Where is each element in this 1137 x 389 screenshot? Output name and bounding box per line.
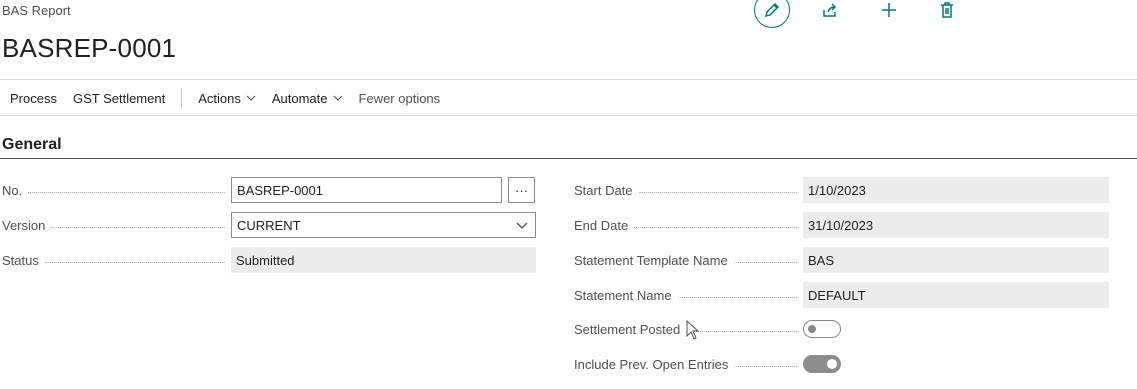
include-prev-open-entries-label-text: Include Prev. Open Entries [574,356,735,372]
status-field: Submitted [231,247,536,273]
action-fewer-options[interactable]: Fewer options [351,91,449,106]
settlement-posted-toggle[interactable] [803,320,841,338]
page-caption: BAS Report [2,3,71,18]
no-field[interactable]: BASREP-0001 [231,177,502,203]
start-date-field: 1/10/2023 [803,177,1109,203]
share-icon [823,3,837,17]
action-label: GST Settlement [72,90,166,106]
chevron-down-icon [516,222,528,229]
delete-icon [941,2,953,18]
action-bar: Process GST Settlement Actions Automate … [0,80,448,116]
statement-template-name-value: BAS [808,252,835,268]
include-prev-open-entries-toggle[interactable] [803,355,841,373]
statement-template-name-field: BAS [803,247,1109,273]
version-label-text: Version [2,217,52,233]
leader-dots [677,296,797,298]
edit-button[interactable] [754,0,790,28]
leader-dots [734,365,797,367]
leader-dots [686,330,797,332]
mouse-cursor-icon [686,320,700,340]
statement-template-name-label-text: Statement Template Name [574,252,734,268]
delete-button[interactable] [929,0,965,28]
section-title-general[interactable]: General [2,136,62,154]
status-label: Status [2,247,225,273]
share-button[interactable] [812,0,848,28]
status-label-text: Status [2,252,45,268]
action-label: Actions [198,90,241,106]
leader-dots [733,261,797,263]
version-label: Version [2,212,225,238]
leader-dots [51,226,225,228]
no-assist-button[interactable]: ··· [508,177,535,203]
no-value: BASREP-0001 [237,182,323,198]
chevron-down-icon [333,95,342,101]
statement-name-label-text: Statement Name [574,287,678,303]
chevron-down-icon [246,95,256,101]
leader-dots [634,226,797,228]
new-icon [882,3,896,17]
action-label: Automate [271,90,328,106]
start-date-label: Start Date [574,177,797,203]
version-select[interactable]: CURRENT [231,212,536,238]
settlement-posted-label-text: Settlement Posted [574,321,687,337]
action-label: Process [10,90,57,106]
statement-template-name-label: Statement Template Name [574,247,797,273]
action-automate-menu[interactable]: Automate [264,91,351,106]
start-date-value: 1/10/2023 [808,182,866,198]
statement-name-field: DEFAULT [803,282,1109,308]
toggle-knob [827,359,837,369]
page-title: BASREP-0001 [2,33,177,63]
end-date-label: End Date [574,212,797,238]
more-icon: ··· [515,182,528,198]
action-actions-menu[interactable]: Actions [190,91,264,106]
include-prev-open-entries-label: Include Prev. Open Entries [574,351,797,377]
new-button[interactable] [871,0,907,28]
version-value: CURRENT [237,217,301,233]
leader-dots [44,261,225,263]
end-date-label-text: End Date [574,217,635,233]
action-separator [181,88,183,108]
edit-icon [764,2,780,18]
toggle-knob [808,325,816,333]
status-value: Submitted [236,252,295,268]
end-date-field: 31/10/2023 [803,212,1109,238]
leader-dots [28,191,225,193]
end-date-value: 31/10/2023 [808,217,874,233]
start-date-label-text: Start Date [574,182,639,198]
statement-name-label: Statement Name [574,282,797,308]
no-label-text: No. [2,182,29,198]
no-label: No. [2,177,225,203]
action-gst-settlement[interactable]: GST Settlement [65,91,173,106]
statement-name-value: DEFAULT [808,287,866,303]
action-process[interactable]: Process [0,91,65,106]
section-divider [0,158,1137,159]
leader-dots [638,191,797,193]
actionbar-divider [0,115,1137,116]
action-label: Fewer options [358,90,441,106]
